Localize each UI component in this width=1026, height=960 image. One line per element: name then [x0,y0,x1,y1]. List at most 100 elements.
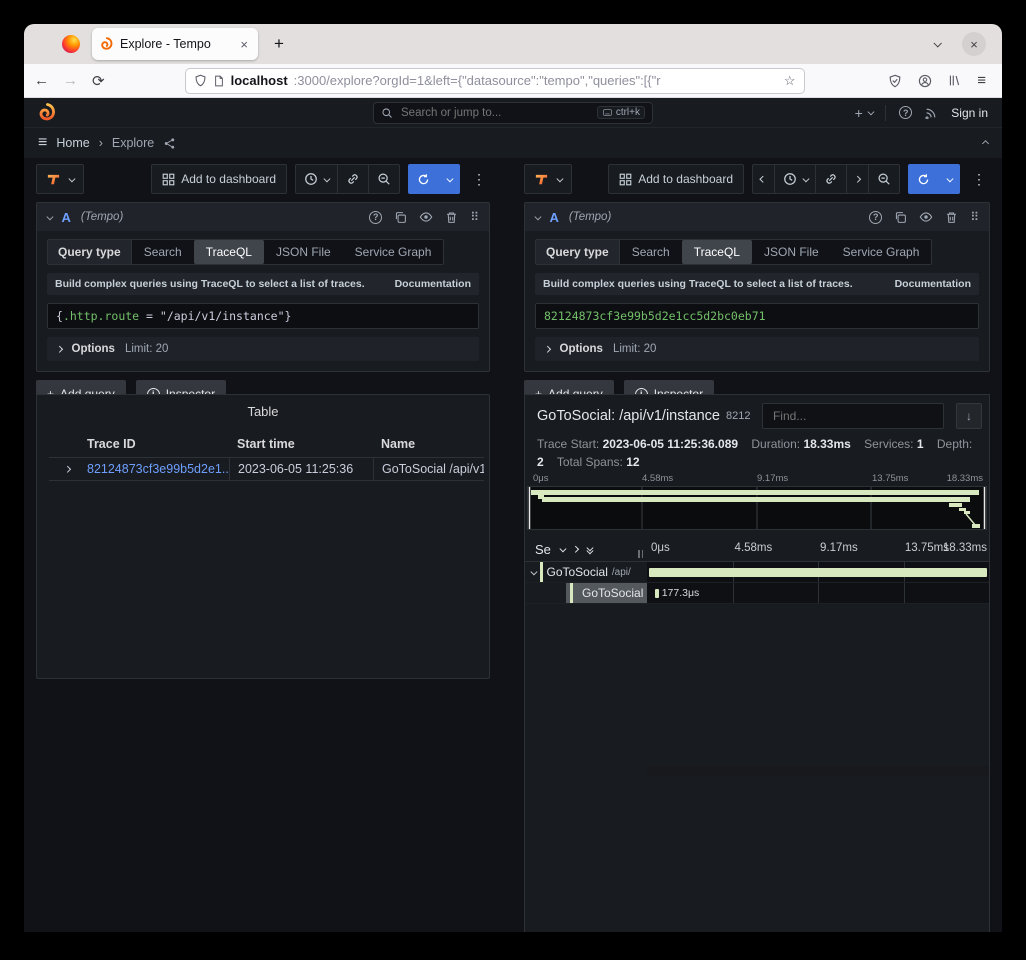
help-icon[interactable]: ? [899,106,912,119]
trace-minimap[interactable] [527,486,987,530]
reload-icon[interactable]: ⟳ [92,72,105,90]
tab-search[interactable]: Search [620,240,682,264]
options-row[interactable]: Options Limit: 20 [47,337,479,361]
collapse-toolbar-icon[interactable] [982,141,988,147]
query-help-icon[interactable]: ? [369,211,382,224]
sign-in-button[interactable]: Sign in [951,106,988,120]
query-row-header[interactable]: A (Tempo) ? ⠿ [37,203,489,231]
tab-close-icon[interactable]: × [238,37,250,52]
tab-traceql[interactable]: TraceQL [682,240,752,264]
service-operation-header[interactable]: Se [525,538,647,561]
menu-hamburger-icon[interactable]: ≡ [977,72,986,89]
col-start-time[interactable]: Start time [229,437,373,451]
row-expander-icon[interactable] [64,466,70,472]
list-tabs-icon[interactable] [933,39,941,47]
mega-menu-icon[interactable]: ≡ [38,134,47,152]
span-duration-bar[interactable] [655,589,659,598]
time-shift-back-button[interactable] [752,164,775,194]
copy-link-button[interactable] [338,164,369,194]
span-row-select[interactable]: GoToSocial 177.3μs [525,583,989,604]
tab-service-graph[interactable]: Service Graph [831,240,932,264]
grafana-logo-icon[interactable] [38,103,57,122]
remove-query-trash-icon[interactable] [445,211,458,224]
trace-id-short: 8212 [726,410,756,422]
add-to-dashboard-button[interactable]: Add to dashboard [608,164,744,194]
datasource-picker[interactable] [524,164,572,194]
drag-handle-icon[interactable]: ⠿ [470,210,479,224]
tab-search[interactable]: Search [132,240,194,264]
breadcrumb-home[interactable]: Home [56,136,89,150]
documentation-link[interactable]: Documentation [895,278,971,290]
collapse-query-icon[interactable] [535,213,541,219]
col-name[interactable]: Name [373,437,484,451]
chevron-down-icon [802,175,808,181]
window-close-button[interactable]: × [962,32,986,56]
breadcrumb-current[interactable]: Explore [112,136,154,150]
copy-link-button[interactable] [816,164,847,194]
traceql-query-input[interactable]: {.http.route = "/api/v1/instance"} [47,303,479,329]
disable-query-eye-icon[interactable] [919,210,933,224]
run-query-button[interactable] [408,164,439,194]
run-query-interval-button[interactable] [439,164,461,194]
column-resizer[interactable] [638,550,643,558]
global-search-input[interactable] [399,106,591,120]
shield-icon[interactable] [194,74,207,87]
right-toolbar: Add to dashboard [524,164,990,194]
time-picker-button[interactable] [775,164,817,194]
query-editor-card: A (Tempo) ? ⠿ Query type Search [524,202,990,372]
find-input[interactable] [762,403,944,429]
more-options-icon[interactable]: ⋮ [968,171,990,188]
account-icon[interactable] [918,74,932,88]
zoom-out-button[interactable] [869,164,900,194]
col-trace-id[interactable]: Trace ID [85,437,229,451]
add-to-dashboard-button[interactable]: Add to dashboard [151,164,287,194]
library-icon[interactable] [948,74,961,87]
span-duration-bar[interactable] [649,568,988,577]
trace-id-link[interactable]: 82124873cf3e99b5d2e1... [85,462,229,476]
share-icon[interactable] [163,137,176,150]
news-rss-icon[interactable] [925,106,938,119]
documentation-link[interactable]: Documentation [395,278,471,290]
options-row[interactable]: Options Limit: 20 [535,337,979,361]
forward-icon[interactable]: → [63,72,78,89]
query-help-icon[interactable]: ? [869,211,882,224]
disable-query-eye-icon[interactable] [419,210,433,224]
time-picker-button[interactable] [295,164,338,194]
datasource-picker[interactable] [36,164,84,194]
traceql-query-input[interactable]: 82124873cf3e99b5d2e1cc5d2bc0eb71 [535,303,979,329]
find-prev-button[interactable]: ↓ [956,403,982,429]
back-icon[interactable]: ← [34,72,49,89]
collapse-all-icon[interactable] [587,546,592,553]
protections-shield-icon[interactable] [888,74,902,88]
url-bar[interactable]: localhost:3000/explore?orgId=1&left={"da… [185,68,805,94]
chevron-down-icon [557,175,563,181]
tab-traceql[interactable]: TraceQL [194,240,264,264]
more-options-icon[interactable]: ⋮ [468,171,490,188]
firefox-icon[interactable] [62,35,80,53]
remove-query-trash-icon[interactable] [945,211,958,224]
tab-service-graph[interactable]: Service Graph [343,240,444,264]
run-query-interval-button[interactable] [939,164,961,194]
run-query-button[interactable] [908,164,939,194]
copy-query-icon[interactable] [394,211,407,224]
span-row-root[interactable]: GoToSocial /api/ [525,562,989,583]
page-info-icon[interactable] [213,75,225,87]
browser-tab[interactable]: Explore - Tempo × [92,28,258,60]
table-row[interactable]: 82124873cf3e99b5d2e1... 2023-06-05 11:25… [49,457,484,481]
tab-json-file[interactable]: JSON File [752,240,831,264]
chevron-down-icon [69,175,75,181]
collapse-query-icon[interactable] [47,213,53,219]
query-row-header[interactable]: A (Tempo) ? ⠿ [525,203,989,231]
global-search[interactable]: ctrl+k [373,102,653,124]
new-tab-button[interactable]: + [274,34,284,54]
drag-handle-icon[interactable]: ⠿ [970,210,979,224]
panel-title[interactable]: Table [37,395,489,419]
chevron-right-icon[interactable] [572,546,578,552]
tab-json-file[interactable]: JSON File [264,240,343,264]
chevron-down-icon[interactable] [531,568,537,574]
bookmark-star-icon[interactable]: ☆ [784,73,796,89]
copy-query-icon[interactable] [894,211,907,224]
zoom-out-button[interactable] [369,164,400,194]
new-menu-button[interactable]: + [855,105,873,121]
time-shift-forward-button[interactable] [847,164,869,194]
